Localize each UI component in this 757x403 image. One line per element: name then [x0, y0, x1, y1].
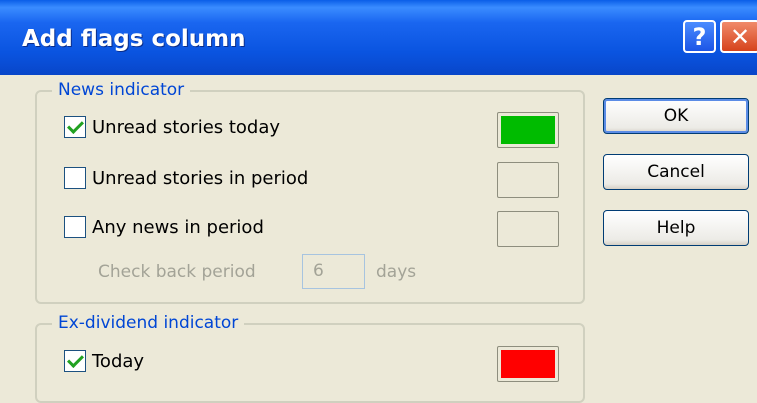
unread-today-row[interactable]: Unread stories today	[64, 116, 280, 138]
help-titlebar-button[interactable]: ?	[683, 20, 716, 53]
days-label: days	[376, 262, 417, 282]
today-checkbox[interactable]	[64, 350, 86, 372]
unread-today-checkbox[interactable]	[64, 116, 86, 138]
any-news-label: Any news in period	[92, 216, 264, 238]
any-news-row[interactable]: Any news in period	[64, 216, 264, 238]
news-indicator-label: News indicator	[52, 80, 191, 100]
ok-button[interactable]: OK	[603, 98, 749, 134]
title-bar: Add flags column ? ✕	[0, 0, 757, 75]
today-row[interactable]: Today	[64, 350, 144, 372]
unread-today-color-button[interactable]	[497, 112, 559, 148]
today-label: Today	[92, 350, 145, 372]
unread-today-label: Unread stories today	[92, 116, 281, 138]
close-button[interactable]: ✕	[720, 20, 757, 53]
window-title: Add flags column	[22, 26, 246, 52]
cancel-button[interactable]: Cancel	[603, 154, 749, 190]
today-color-button[interactable]	[497, 346, 559, 382]
check-back-period-label: Check back period	[98, 262, 256, 282]
unread-period-row[interactable]: Unread stories in period	[64, 167, 308, 189]
help-button[interactable]: Help	[603, 210, 749, 246]
any-news-color-swatch	[501, 215, 555, 243]
check-back-period-input[interactable]: 6	[302, 254, 365, 289]
unread-period-checkbox[interactable]	[64, 167, 86, 189]
unread-period-color-button[interactable]	[497, 162, 559, 198]
unread-today-color-swatch	[501, 116, 555, 144]
ex-dividend-label: Ex-dividend indicator	[52, 313, 245, 333]
any-news-checkbox[interactable]	[64, 216, 86, 238]
today-color-swatch	[501, 350, 555, 378]
any-news-color-button[interactable]	[497, 211, 559, 247]
unread-period-color-swatch	[501, 166, 555, 194]
unread-period-label: Unread stories in period	[92, 167, 309, 189]
